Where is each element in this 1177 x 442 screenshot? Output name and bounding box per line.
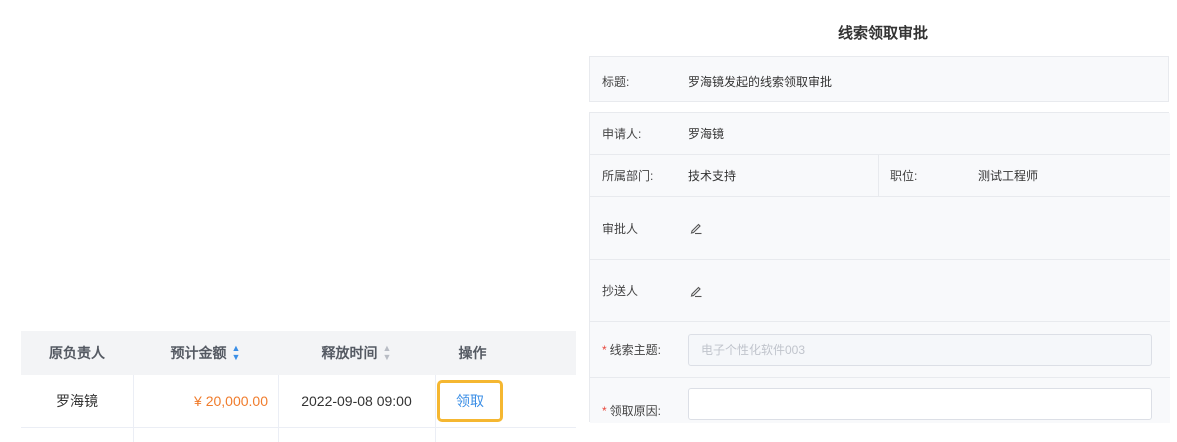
approver-label: 审批人 [602, 221, 639, 236]
lead-topic-label: * 线索主题: [602, 343, 662, 357]
lead-table: 原负责人 预计金额 ▲ ▼ 释放时间 ▲ ▼ 操作 罗海镜 ¥ 20,000.00 … [21, 331, 576, 442]
column-divider [133, 428, 134, 442]
required-mark: * [602, 404, 607, 418]
form-block: 申请人: 罗海镜 所属部门: 技术支持 职位: 测试工程师 审批人 抄送人 * … [589, 112, 1170, 423]
position-label: 职位: [890, 169, 918, 183]
cell-owner: 罗海镜 [56, 393, 98, 409]
panel-title: 线索领取审批 [837, 25, 928, 42]
table-row [21, 428, 576, 442]
approver-row: 审批人 [590, 197, 1170, 260]
cell-action: 领取 [430, 375, 510, 427]
applicant-row: 申请人: 罗海镜 [590, 113, 1170, 155]
column-divider [278, 428, 279, 442]
pen-icon[interactable] [689, 284, 703, 298]
subject-block: 标题: 罗海镜发起的线索领取审批 [589, 56, 1169, 102]
col-header-action: 操作 [458, 345, 487, 361]
position-value: 测试工程师 [978, 169, 1039, 183]
col-header-owner: 原负责人 [49, 345, 105, 361]
cell-amount: ¥ 20,000.00 [194, 393, 268, 409]
col-header-release-time[interactable]: 释放时间 ▲ ▼ [278, 331, 435, 375]
col-header-amount[interactable]: 预计金额 ▲ ▼ [133, 331, 278, 375]
cell-release-time: 2022-09-08 09:00 [301, 393, 412, 409]
required-mark: * [602, 343, 607, 357]
department-label: 所属部门: [602, 169, 654, 183]
sort-icon[interactable]: ▲ ▼ [383, 344, 392, 362]
department-row: 所属部门: 技术支持 职位: 测试工程师 [590, 155, 1170, 197]
subject-label: 标题: [602, 75, 630, 89]
applicant-value: 罗海镜 [688, 127, 725, 141]
pen-icon[interactable] [689, 221, 703, 235]
cc-row: 抄送人 [590, 260, 1170, 322]
claim-reason-label: * 领取原因: [602, 404, 662, 418]
claim-button[interactable]: 领取 [437, 380, 503, 422]
table-header: 原负责人 预计金额 ▲ ▼ 释放时间 ▲ ▼ 操作 [21, 331, 576, 375]
subject-value: 罗海镜发起的线索领取审批 [688, 75, 833, 89]
lead-topic-row: * 线索主题: [590, 322, 1170, 378]
table-row: 罗海镜 ¥ 20,000.00 2022-09-08 09:00 领取 [21, 375, 576, 428]
claim-reason-row: * 领取原因: [590, 378, 1170, 423]
approval-panel: 线索领取审批 标题: 罗海镜发起的线索领取审批 申请人: 罗海镜 所属部门: 技… [589, 0, 1177, 442]
applicant-label: 申请人: [602, 127, 642, 141]
cc-label: 抄送人 [602, 284, 639, 298]
sort-icon[interactable]: ▲ ▼ [232, 344, 241, 362]
column-divider [878, 155, 879, 196]
lead-topic-input[interactable] [688, 334, 1152, 366]
claim-reason-input[interactable] [688, 388, 1152, 420]
department-value: 技术支持 [688, 169, 737, 183]
column-divider [435, 428, 436, 442]
